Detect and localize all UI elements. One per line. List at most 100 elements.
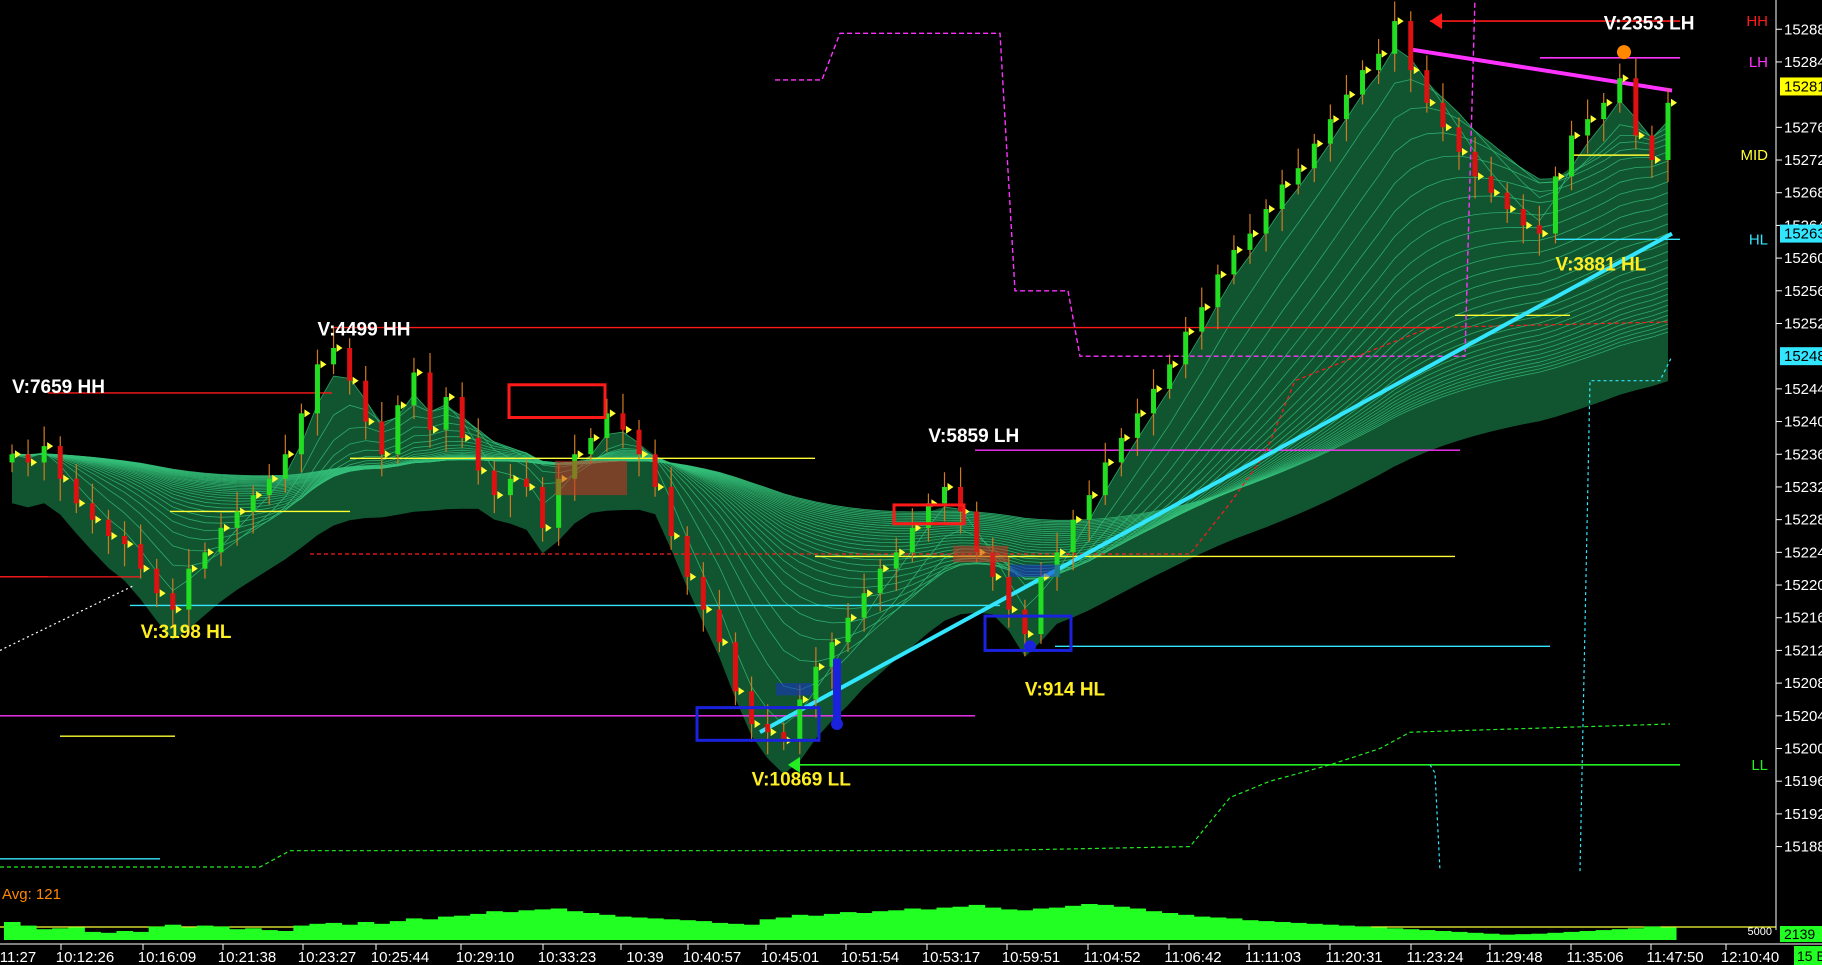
volume-bar: [1547, 932, 1564, 940]
volume-bar: [1467, 932, 1484, 940]
candle-body: [1118, 437, 1124, 463]
time-tick-label: 10:53:17: [922, 949, 980, 965]
swing-label: V:914 HL: [1025, 679, 1106, 700]
volume-bar: [1483, 933, 1500, 940]
price-tick-label: 15200: [1784, 740, 1822, 757]
price-tick-label: 15196: [1784, 773, 1822, 790]
volume-bar: [663, 919, 680, 940]
volume-bar: [1418, 930, 1436, 940]
volume-avg-label: Avg: 121: [2, 886, 61, 903]
volume-bar: [872, 911, 889, 940]
time-tick-label: 11:35:06: [1566, 949, 1623, 965]
candle-body: [154, 568, 160, 594]
candle-body: [684, 535, 690, 577]
signal-bar: [833, 658, 841, 724]
candle-body: [813, 666, 819, 700]
volume-bar: [727, 923, 745, 940]
volume-bar: [647, 918, 664, 940]
volume-bar: [1659, 927, 1677, 940]
time-tick-label: 10:12:26: [56, 949, 114, 965]
price-tag-label: 15263: [1784, 226, 1822, 243]
demand-zone-fill: [1010, 564, 1060, 577]
volume-bar: [1081, 904, 1098, 940]
volume-bar: [566, 911, 584, 940]
volume-bar: [1450, 931, 1468, 940]
volume-bar: [840, 912, 857, 940]
signal-dot: [831, 717, 843, 730]
candle-body: [170, 593, 176, 610]
supply-zone-fill: [555, 460, 627, 496]
candle-body: [845, 617, 851, 643]
time-tick-label: 11:47:50: [1646, 949, 1703, 965]
candle-body: [1424, 70, 1430, 103]
price-tick-label: 15252: [1784, 315, 1822, 332]
price-tag-label: 15281: [1784, 78, 1822, 95]
volume-bar: [1434, 931, 1452, 940]
volume-bar: [20, 925, 37, 940]
swing-label: V:10869 LL: [752, 769, 852, 790]
signal-dot: [1617, 45, 1631, 60]
volume-bar: [791, 914, 809, 940]
candle-body: [620, 413, 626, 430]
volume-bar: [1306, 923, 1323, 940]
candle-body: [89, 503, 95, 520]
candle-body: [1456, 127, 1462, 152]
candle-body: [1633, 78, 1639, 136]
candle-body: [1343, 94, 1349, 120]
volume-bar: [614, 916, 632, 940]
volume-bar: [325, 922, 343, 940]
volume-bar: [904, 908, 921, 940]
time-tick-label: 11:20:31: [1325, 949, 1382, 965]
candle-body: [234, 511, 240, 528]
time-tick-label: 10:29:10: [456, 949, 514, 965]
volume-bar: [1290, 922, 1307, 940]
volume-bar: [534, 909, 552, 940]
level-label: HL: [1749, 231, 1768, 248]
volume-bar: [148, 926, 166, 940]
candle-body: [861, 593, 867, 618]
price-tick-label: 15212: [1784, 642, 1822, 659]
time-tick-label: 10:33:23: [538, 949, 596, 965]
time-tick-label: 10:39: [626, 949, 664, 965]
time-tick-label: 10:45:01: [761, 949, 819, 965]
candle-body: [1536, 225, 1542, 234]
time-tick-label: 12:10:40: [1721, 949, 1779, 965]
price-tick-label: 15188: [1784, 839, 1822, 856]
candle-body: [25, 454, 31, 463]
volume-bar: [1113, 906, 1130, 940]
swing-label: V:2353 LH: [1604, 13, 1695, 34]
candle-body: [1038, 576, 1044, 635]
time-tick-label: 10:59:51: [1002, 949, 1060, 965]
candle-body: [1247, 233, 1253, 250]
candle-body: [942, 486, 948, 504]
volume-bar: [84, 931, 101, 940]
swing-label: V:4499 HH: [317, 320, 410, 341]
volume-bar: [357, 922, 375, 940]
time-tick-label: 10:40:57: [683, 949, 741, 965]
candle-body: [347, 348, 353, 381]
candle-body: [1601, 102, 1607, 120]
time-tick-label: 11:04:52: [1083, 949, 1140, 965]
candle-body: [9, 454, 15, 463]
swing-label: V:5859 LH: [928, 426, 1019, 447]
price-tick-label: 15244: [1784, 381, 1822, 398]
volume-bar: [293, 925, 310, 940]
volume-bar: [1322, 924, 1339, 940]
volume-bar: [1370, 927, 1388, 940]
volume-bar: [807, 915, 825, 940]
volume-bar: [1627, 928, 1645, 940]
volume-bar: [470, 913, 487, 940]
candle-body: [1392, 21, 1398, 54]
candle-body: [1408, 21, 1414, 71]
candle-body: [282, 454, 288, 479]
time-tick-label: 10:21:38: [218, 949, 276, 965]
volume-bar: [229, 929, 246, 940]
volume-bar: [695, 921, 712, 940]
candle-body: [186, 568, 192, 610]
volume-bar: [1531, 933, 1548, 940]
candle-body: [122, 535, 128, 545]
candle-body: [1665, 102, 1671, 161]
price-tick-label: 15260: [1784, 250, 1822, 267]
candle-body: [1617, 78, 1623, 103]
candle-body: [105, 519, 111, 536]
